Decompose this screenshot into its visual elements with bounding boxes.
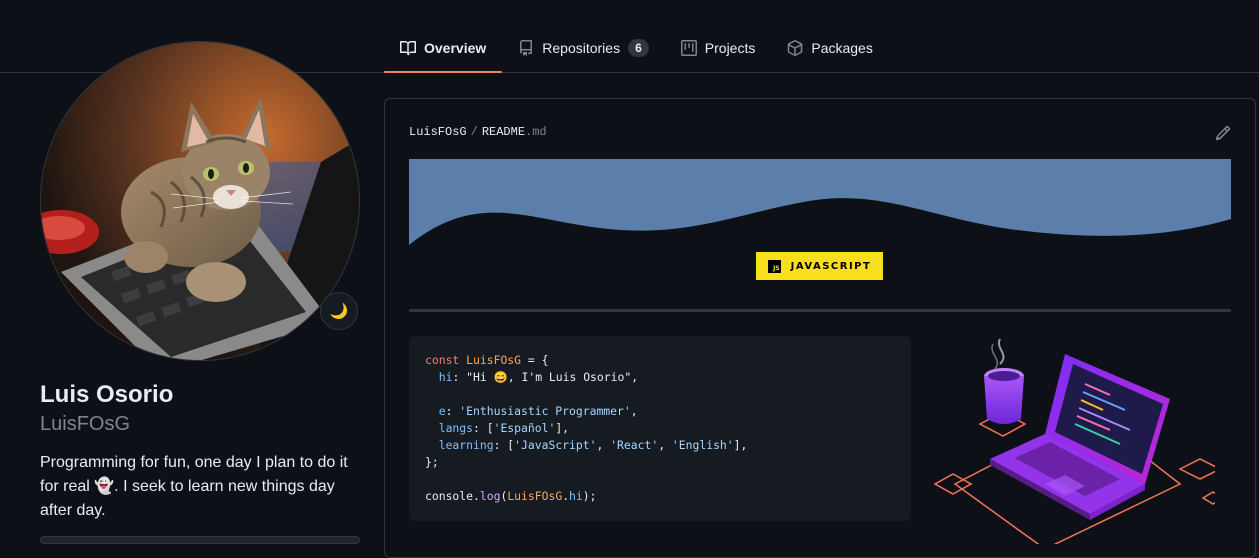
project-icon	[680, 40, 697, 56]
code-string: 'Español'	[493, 421, 556, 435]
code-string: 'English'	[671, 438, 734, 452]
path-separator: /	[470, 125, 478, 139]
code-string: 'Enthusiastic Programmer'	[459, 404, 631, 418]
profile-login: LuisFOsG	[40, 413, 131, 435]
code-block: const LuisFOsG = { hi: "Hi 😄, I'm Luis O…	[409, 336, 911, 521]
book-icon	[400, 40, 416, 56]
code-prop-e: e	[438, 404, 446, 418]
pencil-icon[interactable]	[1215, 125, 1231, 141]
code-string: 'React'	[610, 438, 659, 452]
laptop-coffee-illustration	[933, 338, 1215, 544]
tab-overview[interactable]: Overview	[384, 24, 503, 73]
code-prop-hi: hi	[438, 370, 453, 384]
code-fn: log	[479, 489, 501, 503]
code-obj: console	[425, 489, 474, 503]
profile-name: Luis Osorio	[40, 381, 174, 408]
js-logo-icon: JS	[767, 259, 781, 273]
header-wave-banner	[409, 159, 1231, 245]
code-string: 'JavaScript'	[514, 438, 597, 452]
code-text: );	[582, 489, 597, 503]
code-keyword: const	[425, 353, 460, 367]
code-var: LuisFOsG	[507, 489, 563, 503]
tab-packages-label: Packages	[811, 40, 873, 56]
avatar-cat-photo	[41, 42, 359, 360]
readme-file-ext: .md	[525, 125, 547, 139]
profile-tabs: Overview Repositories 6 Projects Package…	[384, 24, 889, 73]
code-text: : "Hi 😄, I'm Luis Osorio",	[452, 370, 639, 384]
readme-path: LuisFOsG / README.md	[409, 125, 547, 139]
javascript-badge[interactable]: JS JAVASCRIPT	[756, 252, 883, 280]
tab-packages[interactable]: Packages	[771, 24, 888, 72]
moon-icon: 🌙	[329, 303, 349, 320]
code-text: };	[425, 455, 439, 469]
tab-repositories[interactable]: Repositories 6	[502, 24, 665, 72]
tab-projects-label: Projects	[704, 40, 756, 56]
code-prop: hi	[569, 489, 583, 503]
code-content: const LuisFOsG = { hi: "Hi 😄, I'm Luis O…	[425, 353, 748, 503]
edit-profile-button[interactable]	[40, 536, 360, 544]
profile-bio: Programming for fun, one day I plan to d…	[40, 451, 370, 523]
repo-icon	[520, 40, 533, 56]
code-prop-langs: langs	[438, 421, 474, 435]
avatar[interactable]	[40, 41, 360, 361]
repo-count-badge: 6	[628, 39, 649, 57]
tab-overview-label: Overview	[424, 40, 487, 56]
readme-owner-link[interactable]: LuisFOsG	[409, 125, 467, 139]
javascript-badge-label: JAVASCRIPT	[790, 260, 872, 272]
code-text: = {	[521, 353, 549, 367]
readme-file-link[interactable]: README	[482, 125, 525, 139]
code-prop-learning: learning	[438, 438, 494, 452]
status-button[interactable]: 🌙	[320, 292, 358, 330]
divider	[409, 309, 1231, 312]
ghost-icon: 👻	[94, 478, 115, 495]
tab-repositories-label: Repositories	[542, 40, 621, 56]
code-var: LuisFOsG	[466, 353, 522, 367]
tab-projects[interactable]: Projects	[665, 24, 772, 72]
package-icon	[788, 40, 803, 56]
readme-card: LuisFOsG / README.md JS JAVASCRIPT const L…	[384, 98, 1256, 558]
